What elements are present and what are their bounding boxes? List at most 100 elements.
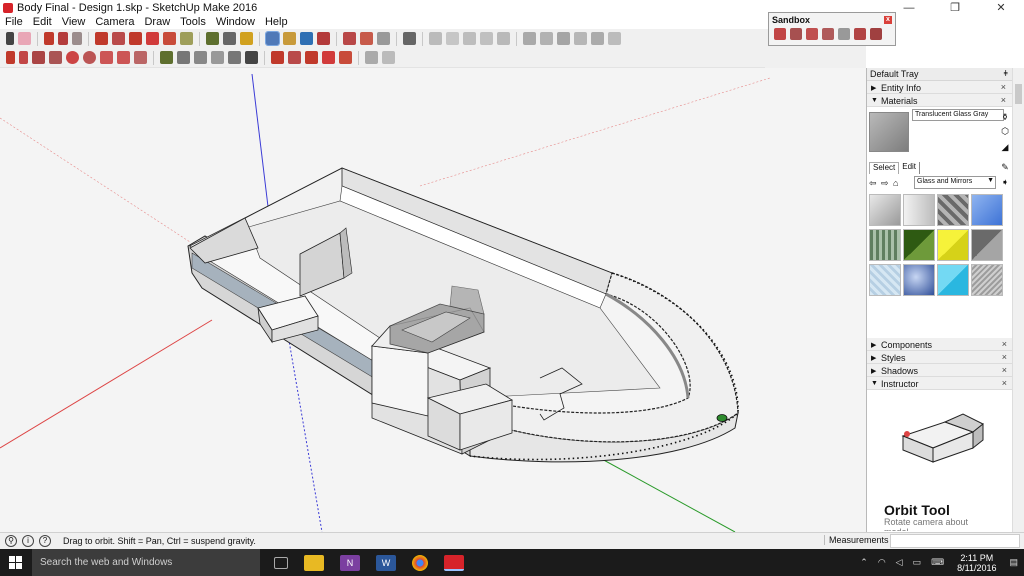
material-name-field[interactable]: Translucent Glass Gray [912,109,1004,121]
chrome-icon[interactable] [412,554,428,571]
tray-pin-icon[interactable]: ǂ [1003,69,1008,78]
menu-edit[interactable]: Edit [28,16,57,28]
move-tool-icon[interactable] [95,32,108,45]
3d-text-icon[interactable] [245,51,258,64]
menu-camera[interactable]: Camera [90,16,139,28]
push-pull-tool-icon[interactable] [288,51,301,64]
chevron-up-icon[interactable]: ⌃ [860,557,868,568]
sandbox-from-scratch-icon[interactable] [790,28,802,40]
material-swatch[interactable] [869,194,901,226]
drape-tool-icon[interactable] [838,28,850,40]
sketchup-taskbar-icon[interactable] [444,554,464,571]
material-swatch[interactable] [937,229,969,261]
orbit-tool-icon[interactable] [265,31,280,46]
menu-draw[interactable]: Draw [139,16,175,28]
menu-file[interactable]: File [0,16,28,28]
rotated-rectangle-icon[interactable] [49,51,62,64]
text-tool-icon[interactable] [211,51,224,64]
close-panel-icon[interactable]: × [1002,339,1007,349]
move-tool-icon[interactable] [271,51,284,64]
rotate-tool-icon[interactable] [129,32,142,45]
default-material-icon[interactable]: ◢ [1000,142,1010,152]
eraser-tool-icon[interactable] [18,32,31,45]
tape-measure-icon[interactable] [206,32,219,45]
wifi-icon[interactable]: ◠ [878,557,886,568]
follow-me-tool-icon[interactable] [322,51,335,64]
help-icon[interactable]: ? [39,535,51,547]
freehand-tool-icon[interactable] [19,51,28,64]
line-tool-icon[interactable] [6,51,15,64]
style-wireframe-icon[interactable] [557,32,570,45]
text-tool-icon[interactable] [223,32,236,45]
material-library-select[interactable]: Glass and Mirrors ▼ [914,176,996,189]
credits-icon[interactable]: i [22,535,34,547]
camera-right-icon[interactable] [480,32,493,45]
push-pull-tool-icon[interactable] [112,32,125,45]
taskbar-search-box[interactable]: Search the web and Windows [32,549,260,576]
arc-3pt-icon[interactable] [117,51,130,64]
material-swatch[interactable] [903,194,935,226]
flip-edge-icon[interactable] [870,28,882,40]
warehouse-icon[interactable] [343,32,356,45]
home-icon[interactable]: ⌂ [893,178,905,188]
taskbar-clock[interactable]: 2:11 PM 8/11/2016 [957,553,996,573]
volume-icon[interactable]: ◁ [896,557,903,568]
rotate-tool-icon[interactable] [305,51,318,64]
tray-scrollbar[interactable] [1012,68,1024,532]
zoom-tool-icon[interactable] [300,32,313,45]
close-button[interactable]: ✕ [978,0,1024,15]
measurements-input[interactable] [890,534,1020,548]
style-hidden-line-icon[interactable] [574,32,587,45]
camera-back-icon[interactable] [497,32,510,45]
onenote-icon[interactable]: N [340,554,360,571]
panel-styles[interactable]: ▶ Styles × [867,351,1013,364]
polygon-tool-icon[interactable] [83,51,96,64]
panel-components[interactable]: ▶ Components × [867,338,1013,351]
pan-tool-icon[interactable] [283,32,296,45]
material-swatch[interactable] [869,229,901,261]
style-textured-icon[interactable] [608,32,621,45]
panel-shadows[interactable]: ▶ Shadows × [867,364,1013,377]
sandbox-close-button[interactable]: x [884,16,892,24]
circle-tool-icon[interactable] [66,51,79,64]
file-explorer-icon[interactable] [304,554,324,571]
offset-tool-icon[interactable] [180,32,193,45]
modeling-viewport[interactable] [0,68,866,532]
material-swatch[interactable] [869,264,901,296]
eyedropper-icon[interactable]: ✎ [1000,162,1010,172]
panel-instructor[interactable]: ▼ Instructor × [867,377,1013,390]
panel-entity-info[interactable]: ▶ Entity Info × [867,81,1012,94]
camera-front-icon[interactable] [463,32,476,45]
pie-tool-icon[interactable] [134,51,147,64]
extension-warehouse-icon[interactable] [377,32,390,45]
layout-icon[interactable] [403,32,416,45]
geo-location-icon[interactable]: ⚲ [5,535,17,547]
tape-measure-icon[interactable] [160,51,173,64]
sandbox-toolbar[interactable]: Sandbox x [768,12,896,46]
smoove-tool-icon[interactable] [806,28,818,40]
material-swatch[interactable] [971,264,1003,296]
material-swatch[interactable] [971,194,1003,226]
tab-select[interactable]: Select [869,162,900,174]
panel-materials[interactable]: ▼ Materials × [867,94,1012,107]
follow-me-tool-icon[interactable] [146,32,159,45]
dimension-tool-icon[interactable] [177,51,190,64]
rectangle-tool-icon[interactable] [32,51,45,64]
material-swatch[interactable] [937,264,969,296]
zoom-extents-icon[interactable] [317,32,330,45]
scale-tool-icon[interactable] [163,32,176,45]
details-arrow-icon[interactable]: ➧ [1000,177,1010,187]
paint-bucket-icon[interactable] [240,32,253,45]
word-icon[interactable]: W [376,554,396,571]
sample-paint-icon[interactable]: ⚱ [1000,112,1010,122]
section-display-icon[interactable] [382,51,395,64]
rectangle-tool-icon[interactable] [72,32,82,45]
share-model-icon[interactable] [360,32,373,45]
task-view-icon[interactable] [274,556,288,569]
tray-scrollbar-thumb[interactable] [1015,84,1022,104]
material-swatch[interactable] [971,229,1003,261]
menu-window[interactable]: Window [211,16,260,28]
material-swatch[interactable] [903,229,935,261]
add-detail-icon[interactable] [854,28,866,40]
notifications-icon[interactable]: ▤ [1009,557,1018,568]
